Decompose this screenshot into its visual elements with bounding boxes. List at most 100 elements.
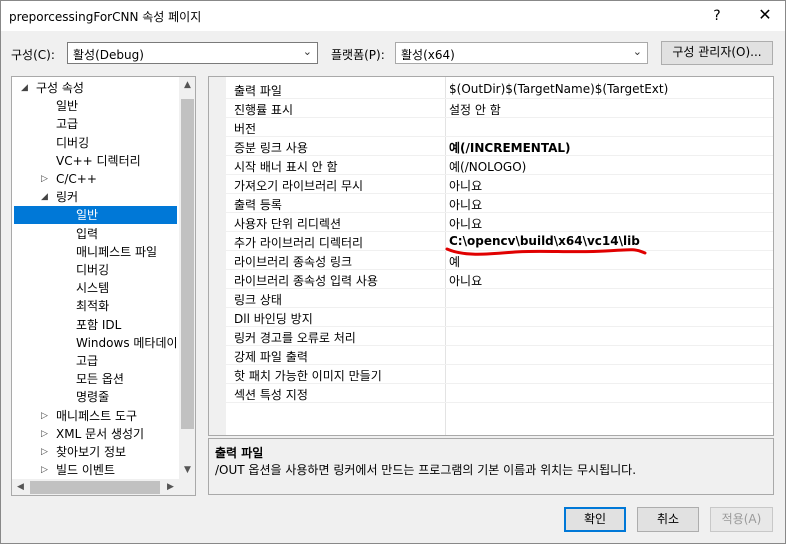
tree-item[interactable]: 시스템 — [12, 279, 177, 297]
property-name: 버전 — [234, 122, 257, 136]
tree-item-label: 시스템 — [76, 281, 110, 296]
collapsed-arrow-icon[interactable]: ▷ — [41, 443, 48, 461]
tree-item[interactable]: ▷ 매니페스트 도구 — [12, 407, 177, 425]
tree-item-label: 고급 — [76, 354, 99, 368]
property-value[interactable]: $(OutDir)$(TargetName)$(TargetExt) — [449, 82, 668, 96]
property-name: 라이브러리 종속성 입력 사용 — [234, 274, 378, 288]
tree-item[interactable]: 명령줄 — [12, 388, 177, 406]
tree-item[interactable]: 입력 — [12, 225, 177, 243]
property-row[interactable]: 진행률 표시 설정 안 함 — [226, 99, 773, 118]
tree-item-label: 명령줄 — [76, 390, 110, 405]
grid-gutter — [209, 77, 226, 435]
property-row[interactable]: 버전 — [226, 118, 773, 137]
config-value: 활성(Debug) — [73, 48, 144, 62]
property-row[interactable]: 사용자 단위 리디렉션 아니요 — [226, 213, 773, 232]
property-name: 출력 파일 — [234, 84, 282, 98]
tree-item-label: 입력 — [76, 226, 99, 241]
tree-item-label: 구성 속성 — [36, 81, 84, 95]
property-row[interactable]: 핫 패치 가능한 이미지 만들기 — [226, 365, 773, 384]
collapsed-arrow-icon[interactable]: ▷ — [41, 170, 48, 188]
property-row[interactable]: 라이브러리 종속성 입력 사용 아니요 — [226, 270, 773, 289]
collapsed-arrow-icon[interactable]: ▷ — [41, 461, 48, 479]
tree-item[interactable]: 디버깅 — [12, 134, 177, 152]
property-value[interactable]: 아니요 — [449, 177, 482, 194]
config-manager-button[interactable]: 구성 관리자(O)... — [661, 41, 773, 65]
tree-item-label: C/C++ — [56, 172, 97, 186]
platform-value: 활성(x64) — [401, 48, 455, 62]
property-value[interactable]: 아니요 — [449, 196, 482, 213]
scroll-up-icon[interactable]: ▲ — [179, 77, 195, 94]
tree-item[interactable]: ▷ C/C++ — [12, 170, 177, 188]
tree-item[interactable]: 일반 — [12, 97, 177, 115]
tree-item[interactable]: Windows 메타데이 — [12, 334, 178, 352]
scroll-right-icon[interactable]: ▶ — [162, 479, 179, 495]
property-row[interactable]: 링크 상태 — [226, 289, 773, 308]
platform-combo[interactable]: 활성(x64) ⌄ — [395, 42, 648, 64]
scroll-thumb[interactable] — [181, 99, 194, 429]
tree-vertical-scrollbar[interactable]: ▲ ▼ — [179, 77, 195, 479]
config-combo[interactable]: 활성(Debug) ⌄ — [67, 42, 318, 64]
tree-item[interactable]: 모든 옵션 — [12, 370, 177, 388]
window-title: preporcessingForCNN 속성 페이지 — [9, 10, 202, 24]
property-name: 추가 라이브러리 디렉터리 — [234, 236, 364, 250]
ok-button[interactable]: 확인 — [564, 507, 626, 532]
scroll-thumb[interactable] — [30, 481, 160, 494]
cancel-button[interactable]: 취소 — [637, 507, 699, 532]
help-button[interactable]: ? — [707, 5, 727, 27]
property-row[interactable]: 시작 배너 표시 안 함 예(/NOLOGO) — [226, 156, 773, 175]
close-button[interactable]: ✕ — [755, 4, 775, 26]
property-value[interactable]: 설정 안 함 — [449, 101, 501, 118]
property-name: 시작 배너 표시 안 함 — [234, 160, 338, 174]
tree-item-label: 링커 — [56, 190, 79, 205]
property-name: 링크 상태 — [234, 293, 282, 307]
tree-item-label: 일반 — [56, 99, 79, 114]
property-row[interactable]: 강제 파일 출력 — [226, 346, 773, 365]
tree-item-label: 찾아보기 정보 — [56, 445, 127, 459]
tree-item-label: 매니페스트 파일 — [76, 244, 158, 259]
tree-item[interactable]: 디버깅 — [12, 261, 177, 279]
tree-item[interactable]: 최적화 — [12, 297, 177, 315]
property-value[interactable]: 아니요 — [449, 272, 482, 289]
property-name: 진행률 표시 — [234, 103, 294, 117]
apply-button[interactable]: 적용(A) — [710, 507, 773, 532]
expanded-arrow-icon[interactable]: ◢ — [41, 188, 48, 206]
tree-item[interactable]: ▷ 빌드 이벤트 — [12, 461, 177, 479]
tree-item[interactable]: ◢ 링커 — [12, 188, 177, 206]
tree-item[interactable]: 포함 IDL — [12, 316, 177, 334]
property-name: 증분 링크 사용 — [234, 141, 308, 155]
tree-item[interactable]: 매니페스트 파일 — [12, 243, 177, 261]
tree-item-label: Windows 메타데이 — [76, 335, 178, 350]
property-value[interactable]: 예(/INCREMENTAL) — [449, 139, 571, 156]
property-value[interactable]: 아니요 — [449, 215, 482, 232]
tree-horizontal-scrollbar[interactable]: ◀ ▶ — [12, 479, 179, 495]
tree-item[interactable]: 고급 — [12, 115, 177, 133]
tree-item[interactable]: 일반 — [14, 206, 177, 225]
property-row[interactable]: 증분 링크 사용 예(/INCREMENTAL) — [226, 137, 773, 156]
property-name: 강제 파일 출력 — [234, 350, 308, 364]
tree-item[interactable]: ▷ XML 문서 생성기 — [12, 425, 177, 443]
property-row[interactable]: 가져오기 라이브러리 무시 아니요 — [226, 175, 773, 194]
platform-label: 플랫폼(P): — [331, 48, 385, 62]
property-row[interactable]: 섹션 특성 지정 — [226, 384, 773, 403]
collapsed-arrow-icon[interactable]: ▷ — [41, 425, 48, 443]
tree-item-label: 디버깅 — [56, 135, 90, 150]
tree-item[interactable]: ▷ 찾아보기 정보 — [12, 443, 177, 461]
property-row[interactable]: 출력 등록 아니요 — [226, 194, 773, 213]
scroll-left-icon[interactable]: ◀ — [12, 479, 29, 495]
property-name: 링커 경고를 오류로 처리 — [234, 331, 356, 345]
expanded-arrow-icon[interactable]: ◢ — [21, 79, 28, 97]
tree-item-label: 모든 옵션 — [76, 372, 124, 387]
title-bar: preporcessingForCNN 속성 페이지 ? ✕ — [1, 1, 785, 31]
tree-item[interactable]: ◢ 구성 속성 — [12, 79, 177, 97]
scroll-down-icon[interactable]: ▼ — [179, 462, 195, 479]
property-value[interactable]: 예(/NOLOGO) — [449, 158, 526, 175]
description-title: 출력 파일 — [215, 446, 264, 460]
tree-item[interactable]: VC++ 디렉터리 — [12, 152, 177, 170]
property-row[interactable]: 출력 파일 $(OutDir)$(TargetName)$(TargetExt) — [226, 80, 773, 99]
collapsed-arrow-icon[interactable]: ▷ — [41, 407, 48, 425]
tree-item-label: XML 문서 생성기 — [56, 426, 145, 441]
tree-item[interactable]: 고급 — [12, 352, 177, 370]
property-row[interactable]: Dll 바인딩 방지 — [226, 308, 773, 327]
settings-tree: ◢ 구성 속성 일반 고급 디버깅 VC++ 디렉터리 ▷ C/C++ ◢ 링커 일반 입력 매니페스트… — [11, 76, 196, 496]
property-row[interactable]: 링커 경고를 오류로 처리 — [226, 327, 773, 346]
